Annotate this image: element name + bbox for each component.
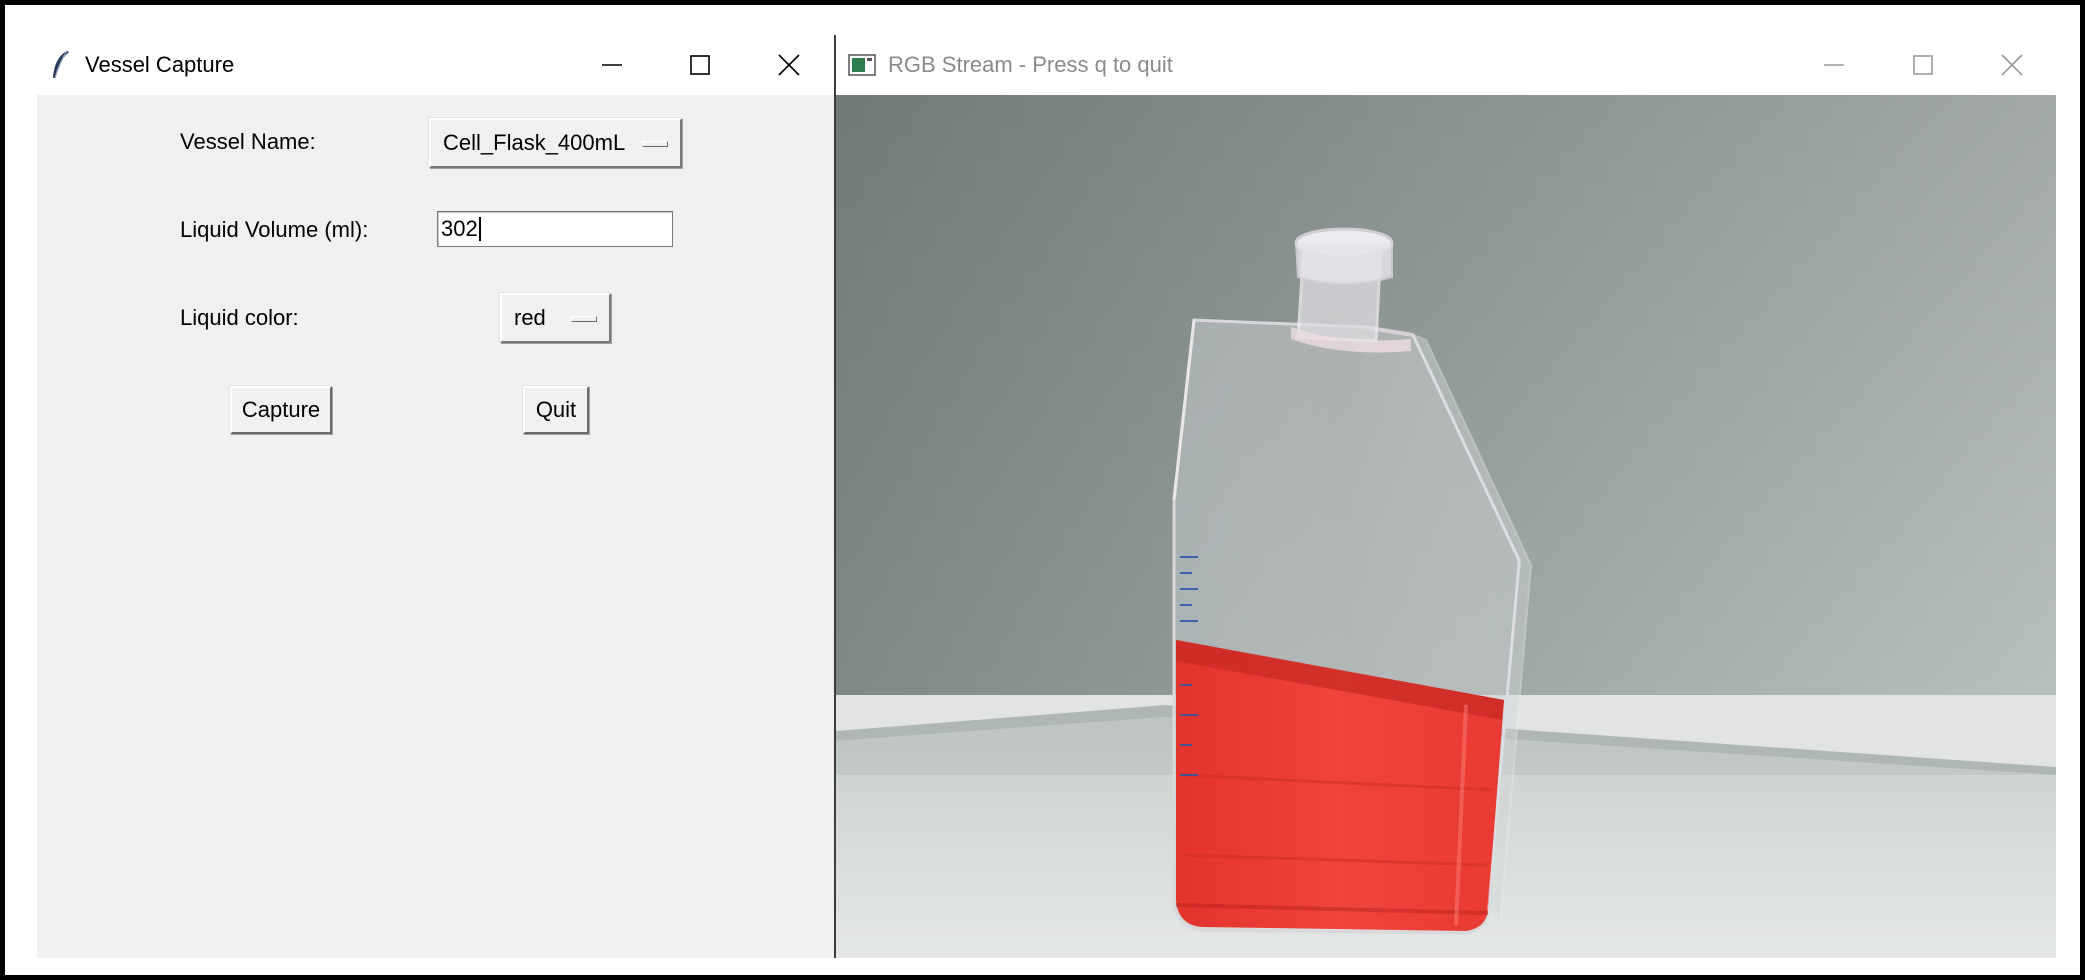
liquid-color-dropdown[interactable]: red [500, 293, 611, 343]
minimize-button[interactable] [567, 35, 657, 95]
minimize-icon [1824, 64, 1844, 66]
rgb-stream-window: RGB Stream - Press q to quit [834, 35, 2056, 958]
dropdown-indicator-icon [642, 141, 668, 147]
opencv-window-icon [848, 49, 876, 81]
window-title: RGB Stream - Press q to quit [888, 52, 1173, 77]
close-icon [778, 54, 800, 76]
liquid-color-label: Liquid color: [180, 305, 299, 330]
tk-feather-icon [49, 49, 73, 81]
rgb-camera-stream [836, 95, 2056, 958]
rgb-stream-titlebar[interactable]: RGB Stream - Press q to quit [836, 35, 2054, 95]
minimize-button[interactable] [1789, 35, 1879, 95]
close-button[interactable] [744, 35, 834, 95]
maximize-button[interactable] [655, 35, 745, 95]
vessel-name-label: Vessel Name: [180, 129, 316, 154]
text-caret [478, 217, 481, 241]
liquid-volume-input[interactable]: 302 [437, 211, 673, 247]
close-button[interactable] [1967, 35, 2057, 95]
window-title: Vessel Capture [85, 52, 235, 77]
quit-button[interactable]: Quit [523, 386, 589, 434]
dropdown-indicator-icon [571, 316, 597, 322]
vessel-capture-titlebar[interactable]: Vessel Capture [37, 35, 834, 95]
close-icon [2001, 54, 2023, 76]
vessel-capture-window: Vessel Capture Vessel Name: Cell_Flask_4… [37, 35, 834, 958]
maximize-button[interactable] [1878, 35, 1968, 95]
vessel-name-dropdown[interactable]: Cell_Flask_400mL [429, 118, 682, 168]
maximize-icon [1913, 55, 1933, 75]
liquid-volume-label: Liquid Volume (ml): [180, 217, 369, 242]
liquid-color-value: red [514, 305, 546, 330]
minimize-icon [602, 64, 622, 66]
vessel-name-value: Cell_Flask_400mL [443, 130, 626, 155]
camera-frame-image [836, 95, 2056, 958]
capture-button[interactable]: Capture [230, 386, 332, 434]
maximize-icon [690, 55, 710, 75]
liquid-volume-value: 302 [441, 216, 478, 241]
screen-frame: Vessel Capture Vessel Name: Cell_Flask_4… [0, 0, 2085, 980]
